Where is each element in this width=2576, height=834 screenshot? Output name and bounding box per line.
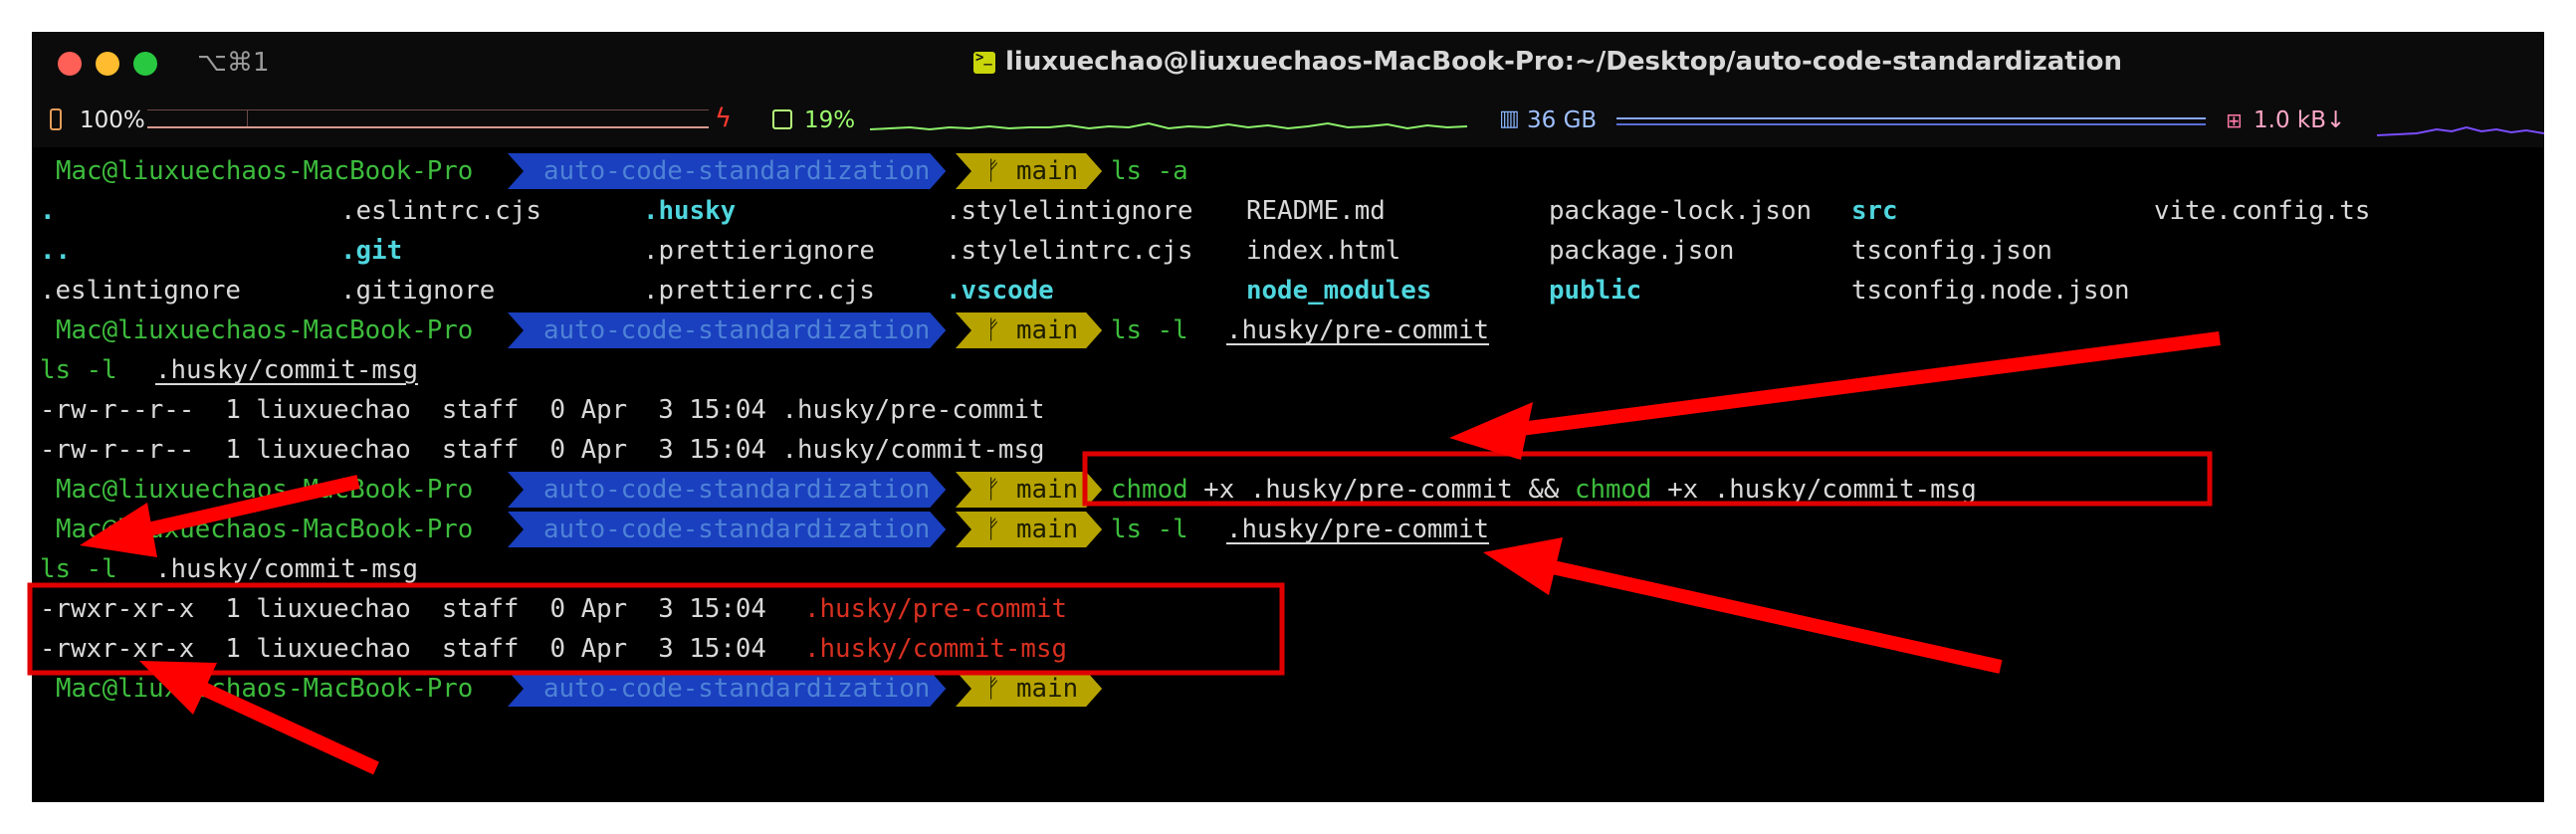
prompt-dir: auto-code-standardization: [508, 512, 946, 547]
status-bar: 100% ϟ 19% ▥ 36 GB ⊞ 1.0 kB↓: [32, 96, 2544, 147]
memory-value: 36 GB: [1527, 107, 1598, 133]
cpu-value: 19%: [804, 107, 856, 133]
command-continuation: ls -l .husky/commit-msg: [40, 350, 2538, 390]
ls-entry: .vscode: [946, 276, 1054, 306]
prompt-dir: auto-code-standardization: [508, 671, 946, 707]
executable-file: .husky/pre-commit: [804, 594, 1068, 624]
ls-row: .eslintignore .gitignore .prettierrc.cjs…: [40, 271, 2538, 311]
prompt-branch: ᚠ main: [956, 153, 1102, 189]
ls-entry: public: [1549, 276, 1642, 306]
ls-entry: .eslintrc.cjs: [340, 196, 541, 226]
ls-entry: .: [40, 196, 56, 226]
minimize-button[interactable]: [96, 52, 119, 76]
prompt-dir: auto-code-standardization: [508, 313, 946, 348]
terminal-icon: [973, 50, 995, 74]
network-value: 1.0 kB↓: [2254, 107, 2346, 133]
listing-line: -rw-r--r-- 1 liuxuechao staff 0 Apr 3 15…: [40, 390, 2538, 430]
ls-entry: package-lock.json: [1549, 196, 1813, 226]
ls-entry: src: [1851, 196, 1898, 226]
battery-icon: [50, 108, 62, 130]
ls-entry: tsconfig.json: [1851, 236, 2052, 266]
command: ls -l: [1111, 515, 1188, 544]
command-continuation: ls -l .husky/commit-msg: [40, 549, 2538, 589]
cpu-icon: [772, 109, 792, 129]
ls-row: . .eslintrc.cjs .husky .stylelintignore …: [40, 191, 2538, 231]
network-graph: [2377, 125, 2544, 136]
chmod-args: +x .husky/pre-commit &&: [1187, 475, 1575, 505]
executable-file: .husky/commit-msg: [804, 634, 1068, 664]
prompt-user: Mac@liuxuechaos-MacBook-Pro: [56, 515, 474, 544]
ls-entry: .stylelintignore: [946, 196, 1193, 226]
command-arg: .husky/pre-commit: [1226, 515, 1490, 544]
cpu-graph: [870, 121, 1467, 131]
prompt-branch: ᚠ main: [956, 472, 1102, 508]
ls-entry: ..: [40, 236, 72, 266]
prompt-user: Mac@liuxuechaos-MacBook-Pro: [56, 674, 474, 704]
prompt-line: Mac@liuxuechaos-MacBook-Pro auto-code-st…: [40, 470, 2538, 510]
window-shortcut: ⌥⌘1: [197, 48, 270, 78]
listing-text: -rwxr-xr-x 1 liuxuechao staff 0 Apr 3 15…: [40, 594, 782, 624]
listing-text: -rwxr-xr-x 1 liuxuechao staff 0 Apr 3 15…: [40, 634, 782, 664]
prompt-user: Mac@liuxuechaos-MacBook-Pro: [56, 315, 474, 345]
prompt-dir: auto-code-standardization: [508, 153, 946, 189]
memory-icon: ▥: [1499, 106, 1520, 131]
ls-entry: README.md: [1246, 196, 1386, 226]
prompt-branch: ᚠ main: [956, 313, 1102, 348]
ls-entry: .prettierignore: [643, 236, 875, 266]
chmod-keyword: chmod: [1111, 475, 1188, 505]
chmod-args: +x .husky/commit-msg: [1651, 475, 1977, 505]
command-arg: .husky/commit-msg: [155, 355, 419, 385]
command-arg: .husky/pre-commit: [1226, 315, 1490, 345]
command: ls -l: [40, 355, 117, 385]
ls-entry: .stylelintrc.cjs: [946, 236, 1193, 266]
prompt-user: Mac@liuxuechaos-MacBook-Pro: [56, 475, 474, 505]
battery-value: 100%: [80, 107, 145, 133]
prompt-line: Mac@liuxuechaos-MacBook-Pro auto-code-st…: [40, 510, 2538, 549]
terminal-output[interactable]: Mac@liuxuechaos-MacBook-Pro auto-code-st…: [40, 151, 2538, 709]
prompt-line: Mac@liuxuechaos-MacBook-Pro auto-code-st…: [40, 311, 2538, 350]
terminal-window: ⌥⌘1 liuxuechao@liuxuechaos-MacBook-Pro:~…: [32, 32, 2544, 802]
ls-row: .. .git .prettierignore .stylelintrc.cjs…: [40, 231, 2538, 271]
ls-entry: .eslintignore: [40, 276, 241, 306]
ls-entry: index.html: [1246, 236, 1401, 266]
command: ls -l: [1111, 315, 1188, 345]
prompt-branch: ᚠ main: [956, 671, 1102, 707]
listing-line: -rwxr-xr-x 1 liuxuechao staff 0 Apr 3 15…: [40, 629, 2538, 669]
chmod-command: chmod +x .husky/pre-commit && chmod +x .…: [1111, 470, 1977, 510]
prompt-line: Mac@liuxuechaos-MacBook-Pro auto-code-st…: [40, 669, 2538, 709]
maximize-button[interactable]: [133, 52, 157, 76]
ls-entry: package.json: [1549, 236, 1735, 266]
prompt-line: Mac@liuxuechaos-MacBook-Pro auto-code-st…: [40, 151, 2538, 191]
listing-line: -rw-r--r-- 1 liuxuechao staff 0 Apr 3 15…: [40, 430, 2538, 470]
listing-line: -rwxr-xr-x 1 liuxuechao staff 0 Apr 3 15…: [40, 589, 2538, 629]
ls-entry: node_modules: [1246, 276, 1432, 306]
ls-entry: .husky: [643, 196, 737, 226]
battery-graph: [147, 109, 709, 128]
command: ls -l: [40, 554, 117, 584]
prompt-branch: ᚠ main: [956, 512, 1102, 547]
command-arg: .husky/commit-msg: [155, 554, 419, 584]
memory-graph: [1616, 117, 2206, 125]
chmod-keyword: chmod: [1574, 475, 1652, 505]
ls-entry: tsconfig.node.json: [1851, 276, 2130, 306]
command: ls -a: [1111, 156, 1188, 186]
listing-text: -rw-r--r-- 1 liuxuechao staff 0 Apr 3 15…: [40, 395, 1045, 425]
close-button[interactable]: [58, 52, 82, 76]
prompt-dir: auto-code-standardization: [508, 472, 946, 508]
window-title: liuxuechao@liuxuechaos-MacBook-Pro:~/Des…: [1005, 47, 2122, 77]
prompt-user: Mac@liuxuechaos-MacBook-Pro: [56, 156, 474, 186]
charging-icon: ϟ: [715, 104, 733, 133]
ls-entry: .git: [340, 236, 403, 266]
listing-text: -rw-r--r-- 1 liuxuechao staff 0 Apr 3 15…: [40, 435, 1045, 465]
network-icon: ⊞: [2226, 108, 2243, 132]
title-bar: ⌥⌘1 liuxuechao@liuxuechaos-MacBook-Pro:~…: [32, 32, 2544, 96]
ls-entry: .prettierrc.cjs: [643, 276, 875, 306]
ls-entry: .gitignore: [340, 276, 496, 306]
ls-entry: vite.config.ts: [2154, 196, 2371, 226]
